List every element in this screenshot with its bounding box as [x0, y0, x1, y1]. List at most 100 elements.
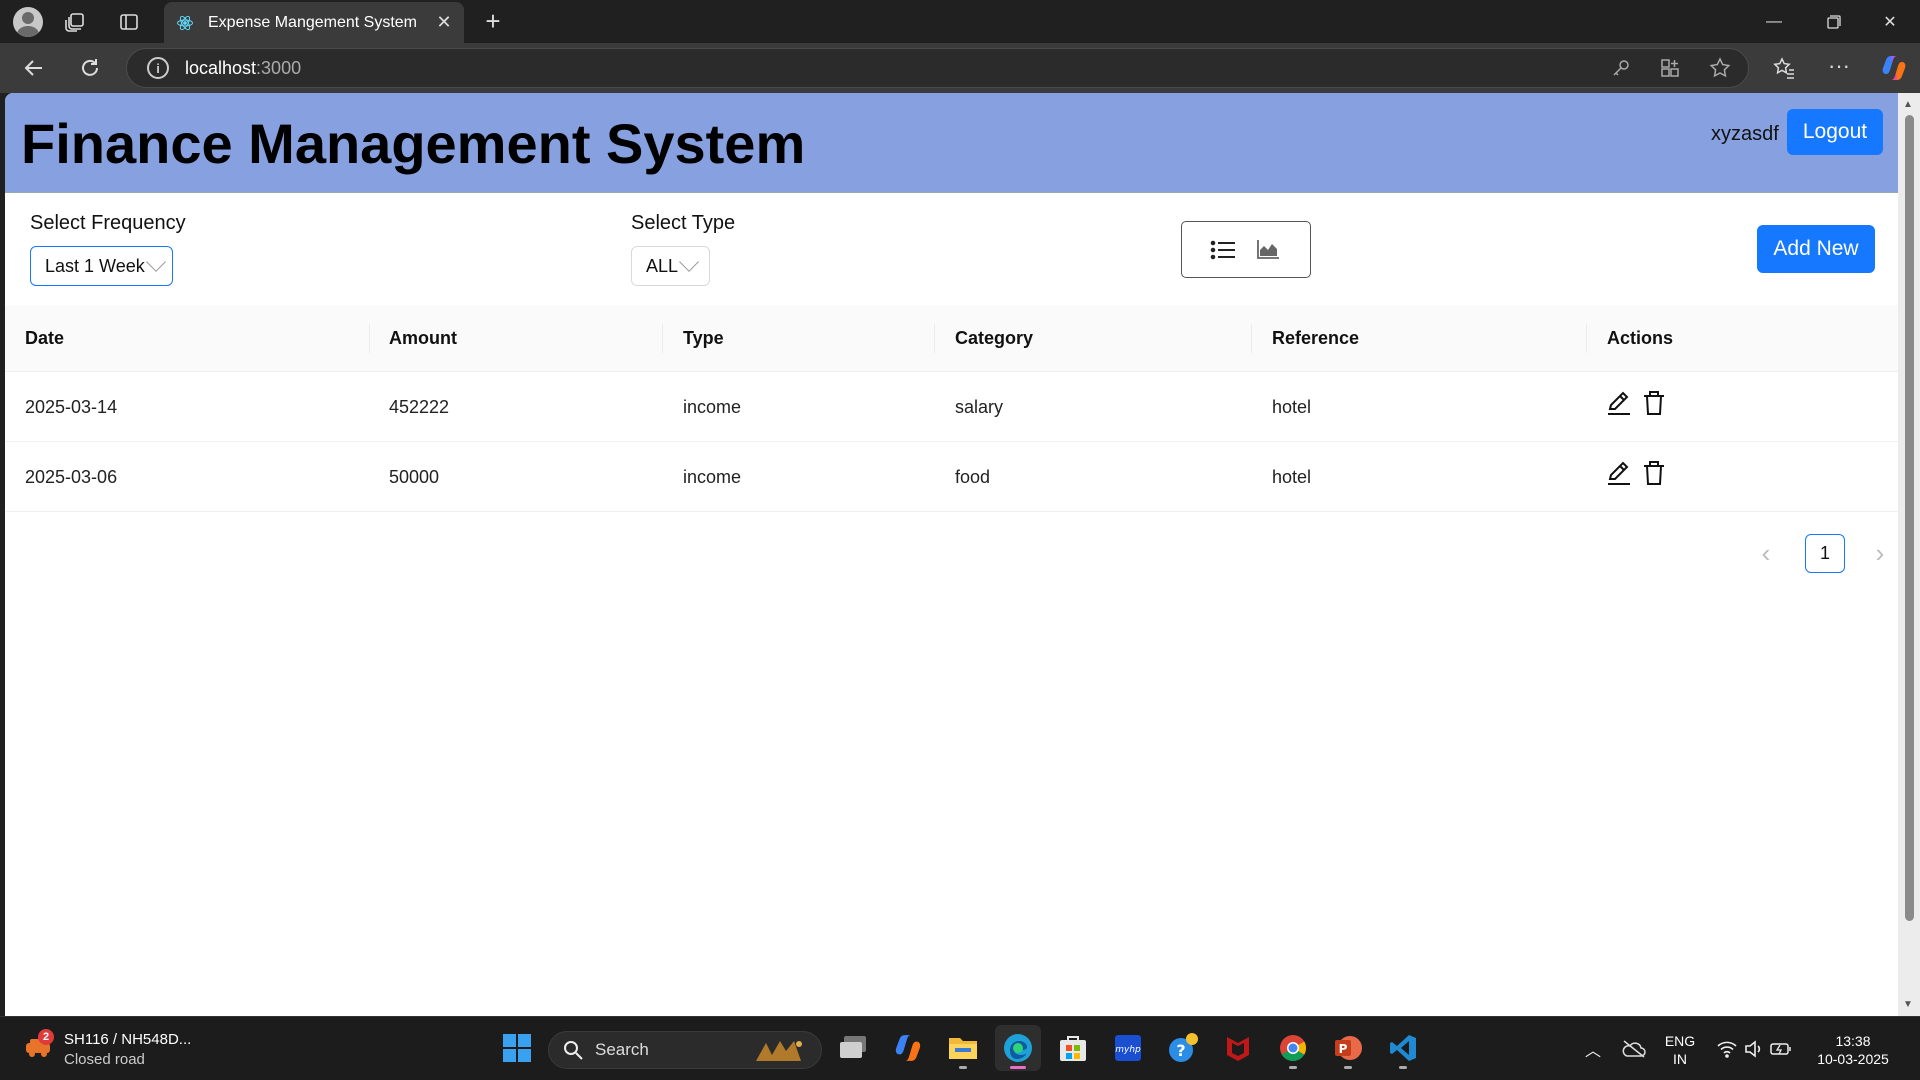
cell-reference: hotel [1272, 466, 1312, 487]
scroll-down-icon[interactable]: ▼ [1903, 999, 1913, 1010]
area-chart-icon[interactable] [1256, 238, 1282, 262]
site-info-icon[interactable]: i [147, 57, 169, 79]
table-row: 2025-03-14 452222 income salary hotel [5, 372, 1898, 442]
weather-subtitle: Closed road [64, 1051, 145, 1068]
tab-title: Expense Mangement System [208, 13, 417, 31]
task-view-icon[interactable] [830, 1025, 876, 1071]
more-options-icon[interactable]: ··· [1824, 51, 1854, 81]
search-label: Search [595, 1040, 649, 1059]
next-page-icon[interactable]: › [1865, 533, 1895, 573]
show-hidden-icons-chevron-up-icon[interactable]: ︿ [1582, 1035, 1604, 1063]
address-bar[interactable]: i localhost:3000 [126, 48, 1749, 88]
url-port: :3000 [256, 57, 302, 78]
svg-text:P: P [1339, 1042, 1348, 1056]
cell-amount: 50000 [389, 466, 440, 487]
cell-type: income [683, 466, 742, 487]
column-header-category[interactable]: Category [955, 305, 1033, 372]
page-title: Finance Management System [21, 112, 806, 175]
type-value: ALL [646, 255, 679, 276]
clock[interactable]: 13:38 10-03-2025 [1810, 1032, 1896, 1068]
get-help-icon[interactable]: ? [1160, 1025, 1206, 1071]
cell-category: salary [955, 396, 1004, 417]
list-icon[interactable] [1210, 238, 1236, 262]
back-arrow-icon[interactable] [18, 53, 50, 83]
clock-date: 10-03-2025 [1817, 1051, 1889, 1067]
app-available-icon[interactable] [1656, 54, 1684, 82]
frequency-value: Last 1 Week [45, 255, 145, 276]
column-header-date[interactable]: Date [25, 305, 64, 372]
windows-taskbar: 2 SH116 / NH548D... Closed road Search m… [0, 1016, 1920, 1080]
copilot-taskbar-icon[interactable] [885, 1025, 931, 1071]
column-header-type[interactable]: Type [683, 305, 724, 372]
edit-icon[interactable] [1606, 390, 1632, 421]
prev-page-icon[interactable]: ‹ [1751, 533, 1781, 573]
pagination: ‹ 1 › [5, 533, 1898, 573]
language-indicator[interactable]: ENG IN [1662, 1032, 1698, 1068]
cell-date: 2025-03-06 [25, 466, 118, 487]
battery-charging-icon[interactable] [1768, 1035, 1794, 1063]
cell-category: food [955, 466, 991, 487]
browser-tab-bar: Expense Mangement System ✕ + — ✕ [0, 0, 1920, 43]
start-windows-icon[interactable] [494, 1025, 540, 1071]
address-toolbar: i localhost:3000 ··· [0, 43, 1920, 93]
close-tab-icon[interactable]: ✕ [424, 12, 464, 33]
cell-date: 2025-03-14 [25, 396, 118, 417]
taskbar-search[interactable]: Search [548, 1031, 822, 1069]
edge-browser-icon[interactable] [995, 1025, 1041, 1071]
username-label: xyzasdf [1711, 123, 1779, 145]
weather-badge: 2 [38, 1029, 54, 1045]
chrome-icon[interactable] [1270, 1025, 1316, 1071]
cell-type: income [683, 396, 742, 417]
table-header: Date Amount Type Category Reference Acti… [5, 305, 1898, 372]
region-code: IN [1673, 1051, 1687, 1067]
close-window-icon[interactable]: ✕ [1862, 0, 1918, 43]
transactions-table: Date Amount Type Category Reference Acti… [5, 305, 1898, 512]
svg-text:?: ? [1176, 1041, 1185, 1060]
url-host: localhost [185, 57, 257, 78]
search-icon [564, 1041, 583, 1060]
type-select[interactable]: ALL [631, 246, 710, 286]
page-number-current[interactable]: 1 [1805, 534, 1845, 573]
scrollbar-thumb[interactable] [1905, 115, 1914, 921]
vscode-icon[interactable] [1380, 1025, 1426, 1071]
powerpoint-icon[interactable]: P [1325, 1025, 1371, 1071]
browser-tab-active[interactable]: Expense Mangement System ✕ [164, 2, 464, 43]
logout-button[interactable]: Logout [1787, 109, 1883, 155]
profile-avatar-icon[interactable] [13, 7, 43, 37]
frequency-select[interactable]: Last 1 Week [30, 246, 173, 286]
edit-icon[interactable] [1606, 460, 1632, 491]
mcafee-icon[interactable] [1215, 1025, 1261, 1071]
favorite-star-icon[interactable] [1706, 54, 1734, 82]
onedrive-offline-icon[interactable] [1620, 1035, 1648, 1063]
restore-icon[interactable] [1806, 0, 1862, 43]
delete-icon[interactable] [1642, 390, 1666, 421]
frequency-label: Select Frequency [30, 212, 186, 234]
wifi-icon[interactable] [1714, 1035, 1740, 1063]
copilot-icon[interactable] [1878, 53, 1910, 83]
file-explorer-icon[interactable] [940, 1025, 986, 1071]
favorites-list-icon[interactable] [1770, 54, 1798, 82]
volume-icon[interactable] [1742, 1035, 1766, 1063]
svg-text:myhp: myhp [1115, 1045, 1141, 1055]
refresh-icon[interactable] [74, 53, 106, 83]
scroll-up-icon[interactable]: ▲ [1903, 99, 1913, 110]
language-code: ENG [1664, 1033, 1696, 1049]
key-icon[interactable] [1607, 54, 1635, 82]
workspaces-icon[interactable] [62, 9, 88, 35]
filter-bar [5, 193, 1898, 298]
add-new-button[interactable]: Add New [1757, 225, 1875, 273]
cell-amount: 452222 [389, 396, 450, 417]
cell-reference: hotel [1272, 396, 1312, 417]
app-header: Finance Management System xyzasdf Logout [5, 93, 1898, 193]
myhp-icon[interactable]: myhp [1105, 1025, 1151, 1071]
page-scrollbar[interactable]: ▲ ▼ [1898, 93, 1920, 1016]
column-header-amount[interactable]: Amount [389, 305, 457, 372]
vertical-tabs-icon[interactable] [116, 9, 142, 35]
view-toggle [1181, 221, 1311, 278]
new-tab-icon[interactable]: + [478, 6, 508, 36]
column-header-reference[interactable]: Reference [1272, 305, 1359, 372]
delete-icon[interactable] [1642, 460, 1666, 491]
minimize-icon[interactable]: — [1746, 0, 1802, 43]
weather-title: SH116 / NH548D... [64, 1031, 192, 1048]
microsoft-store-icon[interactable] [1050, 1025, 1096, 1071]
